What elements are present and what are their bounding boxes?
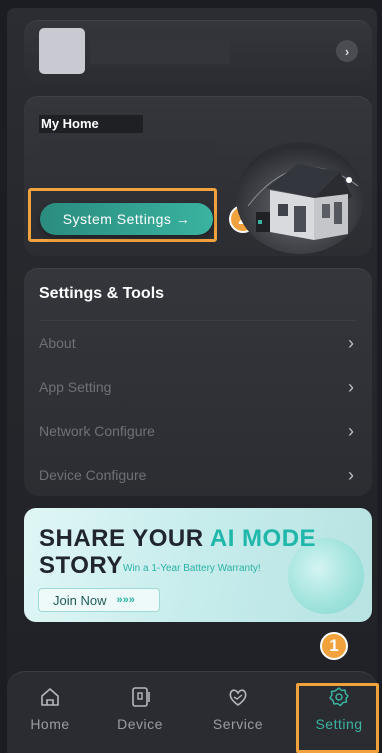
- banner-headline-accent: AI MODE: [209, 525, 317, 552]
- chevron-right-icon: ›: [348, 377, 354, 397]
- promo-banner[interactable]: SHARE YOUR AI MODE STORY Win a 1-Year Ba…: [24, 508, 372, 622]
- home-subtitle-redacted: [39, 141, 216, 171]
- settings-item-label: Device Configure: [39, 467, 147, 483]
- arrows-icon: »»»: [116, 594, 135, 606]
- banner-headline-line1: SHARE YOUR AI MODE: [39, 525, 316, 553]
- service-icon: [229, 689, 247, 706]
- tab-label: Device: [117, 716, 163, 732]
- account-name-redacted: [90, 38, 230, 64]
- chevron-right-icon: ›: [348, 465, 354, 485]
- setting-tab-highlight: [296, 683, 379, 753]
- settings-item-app-setting[interactable]: App Setting ›: [24, 367, 372, 411]
- settings-item-device-configure[interactable]: Device Configure ›: [24, 455, 372, 499]
- tab-service[interactable]: Service: [201, 672, 275, 753]
- home-icon: [41, 688, 59, 706]
- settings-item-about[interactable]: About ›: [24, 323, 372, 367]
- house-illustration: [236, 142, 364, 254]
- banner-headline-line2: STORY: [39, 552, 123, 579]
- home-title: My Home: [41, 116, 99, 131]
- home-title-bg: My Home: [39, 115, 143, 133]
- chevron-right-icon[interactable]: ›: [336, 40, 358, 62]
- tab-label: Home: [30, 716, 70, 732]
- tab-home[interactable]: Home: [13, 672, 87, 753]
- device-icon: [132, 687, 150, 707]
- chevron-right-icon: ›: [348, 421, 354, 441]
- settings-item-label: Network Configure: [39, 423, 155, 439]
- banner-headline-text: SHARE YOUR: [39, 525, 210, 552]
- join-now-button[interactable]: Join Now »»»: [38, 588, 160, 612]
- settings-tools-card: Settings & Tools About › App Setting › N…: [24, 268, 372, 496]
- chevron-right-icon: ›: [348, 333, 354, 353]
- divider: [39, 320, 356, 321]
- settings-item-label: About: [39, 335, 76, 351]
- profile-card[interactable]: ›: [24, 20, 372, 82]
- callout-badge-1: 1: [320, 632, 348, 660]
- home-card: My Home System Settings → 2: [24, 96, 372, 256]
- join-now-label: Join Now: [53, 592, 107, 608]
- system-settings-button[interactable]: System Settings →: [40, 203, 213, 235]
- settings-tools-title: Settings & Tools: [39, 285, 165, 302]
- avatar[interactable]: [39, 28, 85, 74]
- settings-item-label: App Setting: [39, 379, 112, 395]
- tab-device[interactable]: Device: [103, 672, 177, 753]
- banner-subtext: Win a 1-Year Battery Warranty!: [123, 563, 261, 574]
- settings-item-network-configure[interactable]: Network Configure ›: [24, 411, 372, 455]
- tab-label: Service: [212, 716, 264, 732]
